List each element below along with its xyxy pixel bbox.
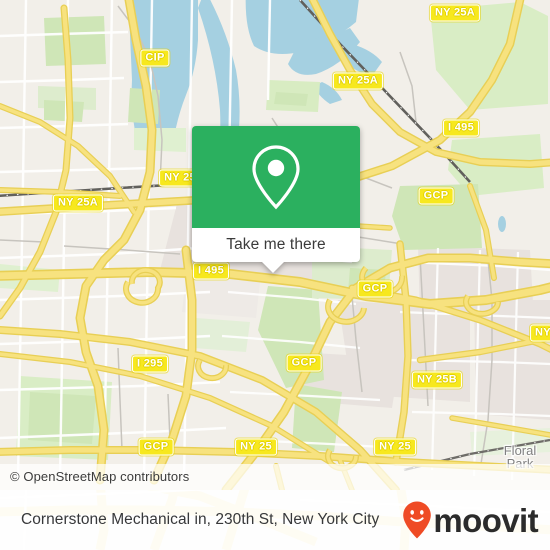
- location-title: Cornerstone Mechanical in, 230th St, New…: [21, 511, 380, 528]
- road-shield: NY 25: [235, 438, 277, 456]
- road-shield: NY 25A: [52, 194, 104, 212]
- road-shield: NY 25B: [411, 371, 463, 389]
- map-pin-icon: [252, 145, 300, 210]
- take-me-there-label: Take me there: [226, 236, 326, 253]
- road-shield: GCP: [286, 354, 322, 372]
- popup-pointer-tail: [262, 262, 284, 273]
- map-screenshot: NY 25A NY 25A CIP I 495 NY 25 NY 25A GCP NY I 49…: [0, 0, 550, 550]
- road-shield: NY: [530, 324, 550, 342]
- moovit-pin-icon: [403, 501, 432, 539]
- road-shield: I 295: [132, 355, 168, 373]
- map-attribution-bar: © OpenStreetMap contributors: [0, 464, 550, 490]
- road-shield: CIP: [140, 49, 170, 67]
- road-shield: I 495: [193, 262, 229, 280]
- map-canvas[interactable]: NY 25A NY 25A CIP I 495 NY 25 NY 25A GCP NY I 49…: [0, 0, 550, 490]
- road-shield: GCP: [138, 438, 174, 456]
- road-shield: NY 25A: [429, 4, 481, 22]
- footer-bar: Cornerstone Mechanical in, 230th St, New…: [0, 490, 550, 550]
- footer-content: Cornerstone Mechanical in, 230th St, New…: [0, 490, 550, 550]
- osm-attribution-text[interactable]: © OpenStreetMap contributors: [10, 469, 189, 484]
- road-shield: NY 25: [374, 438, 416, 456]
- moovit-wordmark: moovit: [433, 501, 538, 539]
- popup-header: [192, 126, 360, 228]
- road-shield: GCP: [357, 280, 393, 298]
- location-popup-card[interactable]: Take me there: [192, 126, 360, 273]
- popup-cta-bar[interactable]: Take me there: [192, 228, 360, 262]
- road-shield: NY 25A: [332, 72, 384, 90]
- moovit-brand-logo[interactable]: moovit: [402, 500, 539, 540]
- road-shield: GCP: [418, 187, 454, 205]
- road-shield: I 495: [443, 119, 479, 137]
